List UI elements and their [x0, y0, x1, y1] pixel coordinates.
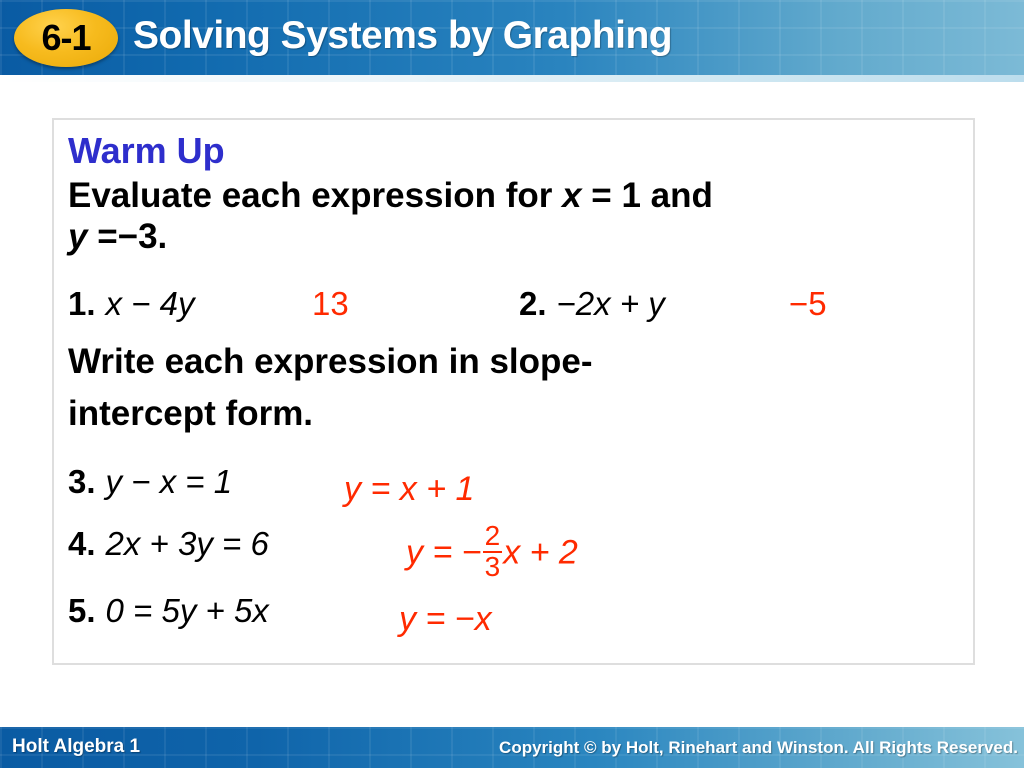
question-2-answer: −5: [789, 285, 827, 322]
question-4-answer-lead: y = −: [406, 533, 482, 572]
fraction-two-thirds: 23: [482, 520, 503, 582]
footer-brand-label: Holt Algebra 1: [12, 736, 141, 757]
question-2-number: 2.: [519, 285, 547, 322]
slide-header: 6-1 Solving Systems by Graphing: [0, 0, 1024, 75]
slide-footer: Holt Algebra 1 Copyright © by Holt, Rine…: [0, 727, 1024, 768]
instruction-text-c: =−3.: [87, 217, 168, 256]
question-3-answer: y = x + 1: [344, 470, 475, 508]
question-2: 2. −2x + y: [519, 285, 665, 323]
lesson-number-label: 6-1: [41, 17, 91, 58]
warmup-content-box: Warm Up Evaluate each expression for x =…: [52, 118, 975, 665]
question-4: 4. 2x + 3y = 6: [68, 525, 269, 563]
question-4-answer: y = −2 3 x + 2: [406, 520, 578, 582]
question-5: 5. 0 = 5y + 5x: [68, 592, 269, 630]
question-5-answer: y = −x: [399, 600, 492, 638]
variable-y: y: [68, 217, 88, 256]
variable-x: x: [562, 176, 582, 215]
question-5-expression: 0 = 5y + 5x: [105, 592, 269, 629]
instruction-line-2: y =−3.: [68, 217, 167, 257]
question-3-expression: y − x = 1: [105, 463, 233, 500]
question-1: 1. x − 4y: [68, 285, 195, 323]
warmup-heading: Warm Up: [68, 130, 225, 171]
question-2-expression: −2x + y: [556, 285, 665, 322]
question-4-expression: 2x + 3y = 6: [105, 525, 269, 562]
question-4-answer-tail: x + 2: [503, 533, 578, 572]
page-title: Solving Systems by Graphing: [133, 14, 673, 57]
question-3: 3. y − x = 1: [68, 463, 232, 501]
footer-copyright-label: Copyright © by Holt, Rinehart and Winsto…: [499, 738, 1018, 757]
instruction-text-b: = 1 and: [581, 176, 713, 215]
question-5-number: 5.: [68, 592, 96, 629]
question-1-number: 1.: [68, 285, 96, 322]
fraction-numerator: 2: [484, 520, 501, 551]
fraction-denominator: 3: [484, 550, 501, 582]
instruction-line-4: intercept form.: [68, 394, 314, 433]
instruction-text-a: Evaluate each expression for: [68, 176, 563, 215]
lesson-number-badge: 6-1: [14, 9, 118, 67]
header-underline: [0, 75, 1024, 82]
question-1-answer: 13: [312, 285, 349, 322]
question-4-number: 4.: [68, 525, 96, 562]
instruction-line-3: Write each expression in slope-: [68, 342, 593, 381]
question-3-number: 3.: [68, 463, 96, 500]
question-1-expression: x − 4y: [105, 285, 195, 322]
instruction-line-1: Evaluate each expression for x = 1 and: [68, 176, 713, 216]
